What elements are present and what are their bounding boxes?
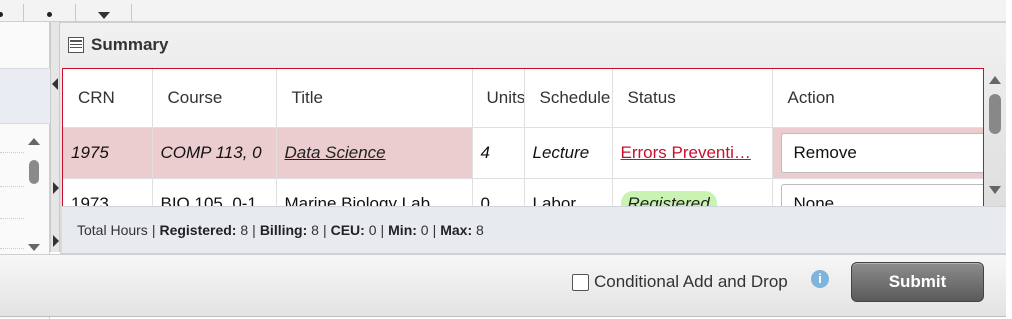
billing-value: 8 xyxy=(311,222,319,238)
conditional-add-drop-checkbox[interactable] xyxy=(572,273,589,291)
column-header-status[interactable]: Status xyxy=(612,69,773,128)
max-value: 8 xyxy=(476,222,484,238)
total-hours-bar: Total Hours | Registered: 8 | Billing: 8… xyxy=(62,206,1006,254)
header-row: CRN Course Title Units Schedule Status A… xyxy=(63,69,983,128)
ceu-value: 0 xyxy=(368,222,377,238)
cell-course: BIO 105, 0-1 xyxy=(152,178,277,209)
table-icon xyxy=(68,37,84,53)
column-header-action-label: Action xyxy=(787,87,835,107)
background-toolbar xyxy=(0,0,1006,22)
cell-status: Registered xyxy=(612,178,773,209)
separator: | xyxy=(151,222,156,238)
column-header-crn[interactable]: CRN xyxy=(63,69,153,128)
min-label: Min: xyxy=(388,222,417,238)
scroll-up-icon[interactable] xyxy=(989,76,1001,84)
separator: | xyxy=(252,222,256,238)
cell-schedule: Labor xyxy=(524,178,613,209)
grid-scrollbar[interactable] xyxy=(986,72,1004,202)
background-row-band xyxy=(0,68,50,124)
cell-crn: 1973 xyxy=(63,178,153,209)
scroll-down-icon[interactable] xyxy=(28,244,40,251)
action-select[interactable]: Remove xyxy=(780,132,983,173)
table-row[interactable]: 1973 BIO 105, 0-1 Marine Biology Lab 0 L… xyxy=(63,178,983,209)
total-hours-label: Total Hours xyxy=(77,222,148,238)
course-title-link[interactable]: Data Science xyxy=(285,143,386,162)
cell-title: Marine Biology Lab xyxy=(276,178,473,209)
scroll-thumb[interactable] xyxy=(989,94,1001,134)
column-header-units[interactable]: Units xyxy=(472,69,525,128)
separator: | xyxy=(322,222,327,238)
column-header-schedule[interactable]: Schedule xyxy=(524,69,613,128)
divider xyxy=(0,152,24,153)
min-value: 0 xyxy=(420,222,429,238)
registered-label: Registered: xyxy=(159,222,237,238)
info-icon[interactable]: i xyxy=(811,270,829,288)
cell-status: Errors Preventi… xyxy=(612,127,773,179)
divider xyxy=(0,248,24,249)
panel-title: Summary xyxy=(91,35,169,54)
separator: | xyxy=(432,222,437,238)
scroll-down-icon[interactable] xyxy=(989,186,1001,194)
cell-action: Remove xyxy=(772,127,983,179)
column-header-title[interactable]: Title xyxy=(276,69,473,128)
status-error-link[interactable]: Errors Preventi… xyxy=(621,143,751,162)
column-header-course[interactable]: Course xyxy=(152,69,277,128)
conditional-add-drop[interactable]: Conditional Add and Drop xyxy=(572,272,788,292)
background-scrollbar[interactable] xyxy=(26,134,42,274)
column-header-action[interactable]: Action ⚙ xyxy=(772,69,983,128)
max-label: Max: xyxy=(440,222,473,238)
expand-right-icon[interactable] xyxy=(53,235,59,247)
scroll-up-icon[interactable] xyxy=(28,138,40,145)
scroll-thumb[interactable] xyxy=(29,160,39,184)
cell-action: None xyxy=(772,178,983,209)
divider xyxy=(0,186,24,187)
summary-grid: CRN Course Title Units Schedule Status A… xyxy=(62,68,984,209)
column-marker-icon xyxy=(47,12,52,17)
ceu-label: CEU: xyxy=(330,222,365,238)
cell-crn: 1975 xyxy=(63,127,153,179)
conditional-add-drop-label: Conditional Add and Drop xyxy=(594,272,788,291)
table-row[interactable]: 1975 COMP 113, 0 Data Science 4 Lecture … xyxy=(63,127,983,179)
cell-units: 0 xyxy=(472,178,525,209)
collapse-left-icon[interactable] xyxy=(52,78,58,90)
panel-splitter[interactable] xyxy=(50,22,60,252)
cell-units: 4 xyxy=(472,127,525,179)
cell-course: COMP 113, 0 xyxy=(152,127,277,179)
submit-button[interactable]: Submit xyxy=(851,262,984,302)
separator: | xyxy=(380,222,385,238)
expand-right-icon[interactable] xyxy=(53,182,59,194)
toolbar-cell xyxy=(0,4,24,22)
cell-title: Data Science xyxy=(276,127,473,179)
registered-value: 8 xyxy=(240,222,249,238)
divider xyxy=(0,218,24,219)
billing-label: Billing: xyxy=(259,222,308,238)
dropdown-arrow-icon[interactable] xyxy=(98,12,110,19)
cell-schedule: Lecture xyxy=(524,127,613,179)
summary-header: Summary xyxy=(60,23,1006,67)
